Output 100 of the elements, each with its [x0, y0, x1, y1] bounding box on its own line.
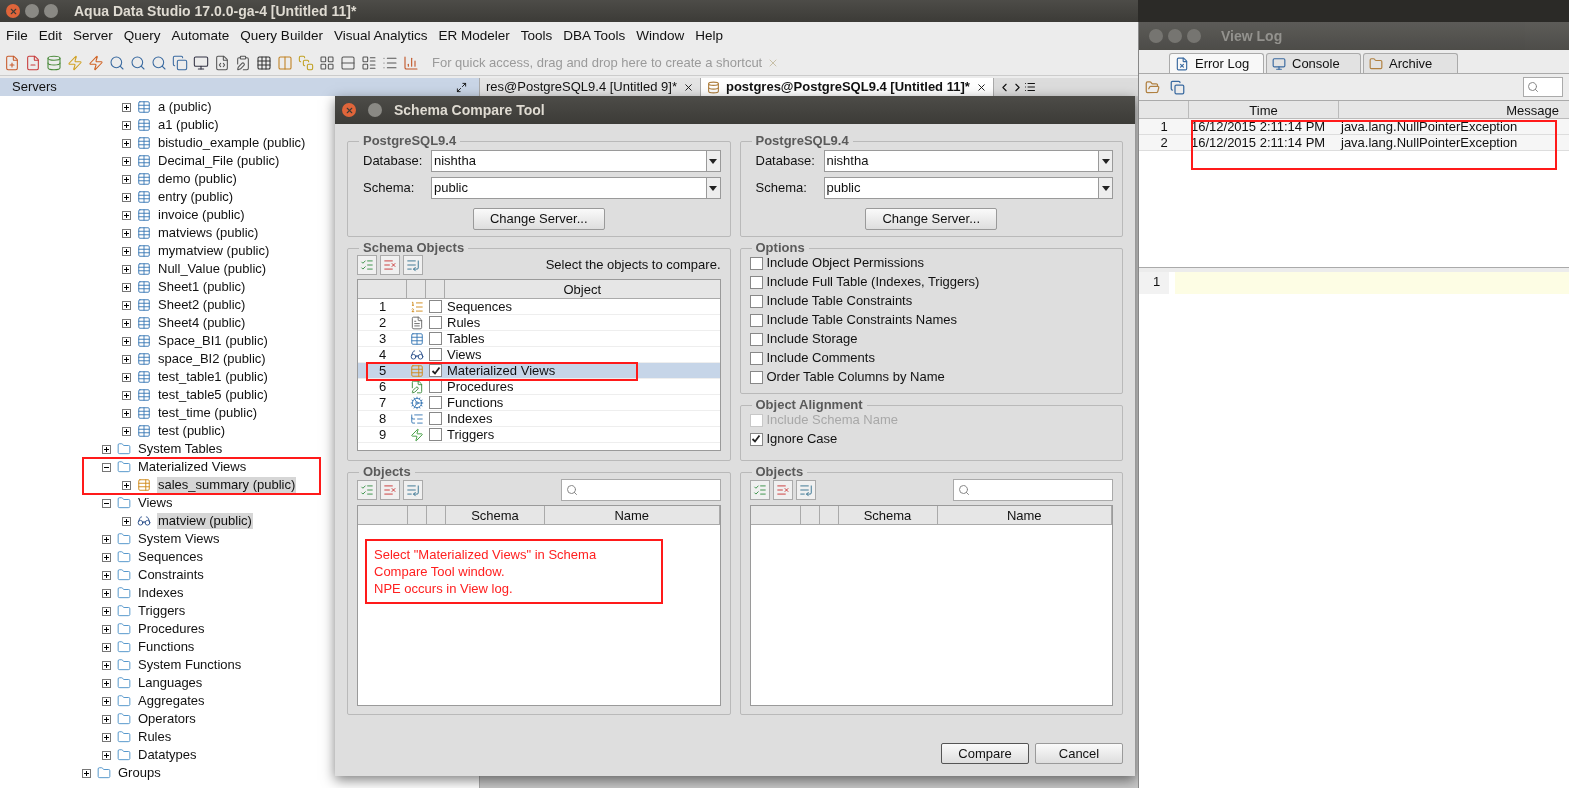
search-field[interactable] [953, 479, 1113, 501]
tree-item[interactable]: Null_Value (public) [157, 261, 268, 277]
bar-chart-icon[interactable] [403, 54, 419, 71]
grid-icon[interactable] [319, 54, 335, 71]
close-icon[interactable] [975, 81, 987, 93]
expand-icon[interactable] [122, 372, 131, 382]
menu-item[interactable]: Edit [33, 25, 68, 47]
tree-item[interactable]: Constraints [137, 567, 205, 583]
table-row[interactable]: 9 Triggers [358, 427, 720, 443]
table-row[interactable]: 2 Rules [358, 315, 720, 331]
expand-icon[interactable] [102, 678, 111, 688]
collapse-icon[interactable] [102, 462, 111, 472]
expand-icon[interactable] [122, 480, 131, 490]
tree-item[interactable]: Sequences [137, 549, 205, 565]
checkbox[interactable] [429, 364, 442, 377]
checkbox[interactable] [749, 370, 763, 384]
tree-item[interactable]: Indexes [137, 585, 185, 601]
file-minus-icon[interactable] [25, 54, 41, 71]
tree-item[interactable]: test_table1 (public) [157, 369, 269, 385]
close-icon[interactable] [682, 81, 694, 93]
expand-icon[interactable] [122, 102, 131, 112]
tree-item[interactable]: test_table5 (public) [157, 387, 269, 403]
tree-item[interactable]: Sheet1 (public) [157, 279, 247, 295]
expand-icon[interactable] [122, 426, 131, 436]
expand-icon[interactable] [102, 534, 111, 544]
checkbox[interactable] [429, 316, 442, 329]
tree-item[interactable]: Functions [137, 639, 196, 655]
tree-item[interactable]: Materialized Views [137, 459, 248, 475]
expand-icon[interactable] [122, 138, 131, 148]
restore-icon[interactable] [456, 81, 467, 93]
copy-icon[interactable] [1170, 79, 1185, 95]
search-field[interactable] [560, 479, 721, 501]
tree-item[interactable]: Views [137, 495, 174, 511]
expand-icon[interactable] [102, 642, 111, 652]
tree-item[interactable]: System Tables [137, 441, 224, 457]
tree-item[interactable]: Sheet4 (public) [157, 315, 247, 331]
tree-item[interactable]: Languages [137, 675, 204, 691]
checkbox[interactable] [749, 432, 763, 446]
tree-item[interactable]: System Functions [137, 657, 243, 673]
tree-item[interactable]: mymatview (public) [157, 243, 271, 259]
menu-item[interactable]: Tools [515, 25, 558, 47]
tree-item[interactable]: bistudio_example (public) [157, 135, 307, 151]
menu-item[interactable]: File [1, 25, 33, 47]
list-check-icon[interactable] [357, 255, 377, 275]
expand-icon[interactable] [122, 516, 131, 526]
table-row[interactable]: 7 Functions [358, 395, 720, 411]
expand-icon[interactable] [122, 228, 131, 238]
menu-item[interactable]: Help [690, 25, 729, 47]
database-dropdown[interactable]: nishtha [431, 150, 721, 172]
expand-icon[interactable] [102, 552, 111, 562]
checkbox[interactable] [429, 396, 442, 409]
expand-icon[interactable] [102, 714, 111, 724]
checkbox[interactable] [429, 412, 442, 425]
log-tab[interactable]: Archive [1363, 53, 1458, 73]
folder-icon[interactable] [1145, 79, 1160, 95]
menu-item[interactable]: Automate [166, 25, 235, 47]
tree-item[interactable]: invoice (public) [157, 207, 246, 223]
expand-icon[interactable] [102, 570, 111, 580]
menu-item[interactable]: DBA Tools [558, 25, 631, 47]
list-icon[interactable] [1023, 81, 1036, 93]
clipboard-icon[interactable] [235, 54, 251, 71]
expand-icon[interactable] [122, 300, 131, 310]
compare-button[interactable]: Compare [941, 743, 1029, 764]
search-icon[interactable] [151, 54, 167, 71]
expand-icon[interactable] [122, 210, 131, 220]
expand-icon[interactable] [102, 444, 111, 454]
menu-item[interactable]: Query [118, 25, 166, 47]
copy-icon[interactable] [172, 54, 188, 71]
checkbox[interactable] [429, 428, 442, 441]
tree-item[interactable]: Decimal_File (public) [157, 153, 281, 169]
expand-icon[interactable] [102, 696, 111, 706]
tree-item[interactable]: entry (public) [157, 189, 235, 205]
change-server-button[interactable]: Change Server... [472, 208, 605, 230]
minimize-button[interactable] [368, 103, 382, 117]
monitor-icon[interactable] [193, 54, 209, 71]
tree-item[interactable]: Groups [117, 765, 162, 781]
expand-icon[interactable] [122, 318, 131, 328]
expand-icon[interactable] [122, 264, 131, 274]
checkbox[interactable] [749, 294, 763, 308]
tree-item[interactable]: Space_BI1 (public) [157, 333, 269, 349]
expand-icon[interactable] [122, 408, 131, 418]
checkbox[interactable] [429, 332, 442, 345]
grid-icon[interactable] [256, 54, 272, 71]
table-row[interactable]: 3 Tables [358, 331, 720, 347]
editor-tab[interactable]: postgres@PostgreSQL9.4 [Untitled 11]* [700, 78, 994, 96]
document-icon[interactable] [214, 54, 230, 71]
tree-item[interactable]: Datatypes [137, 747, 198, 763]
tree-item[interactable]: space_BI2 (public) [157, 351, 267, 367]
search-field[interactable] [1523, 77, 1563, 97]
checkbox[interactable] [429, 300, 442, 313]
log-tab[interactable]: Console [1266, 53, 1361, 73]
tree-item[interactable]: test_time (public) [157, 405, 258, 421]
database-dropdown[interactable]: nishtha [823, 150, 1113, 172]
expand-icon[interactable] [122, 120, 131, 130]
checkbox[interactable] [429, 348, 442, 361]
checkbox[interactable] [749, 275, 763, 289]
window-controls[interactable] [6, 4, 58, 18]
search-icon[interactable] [109, 54, 125, 71]
list-check-icon[interactable] [749, 480, 770, 500]
tree-item[interactable]: test (public) [157, 423, 227, 439]
